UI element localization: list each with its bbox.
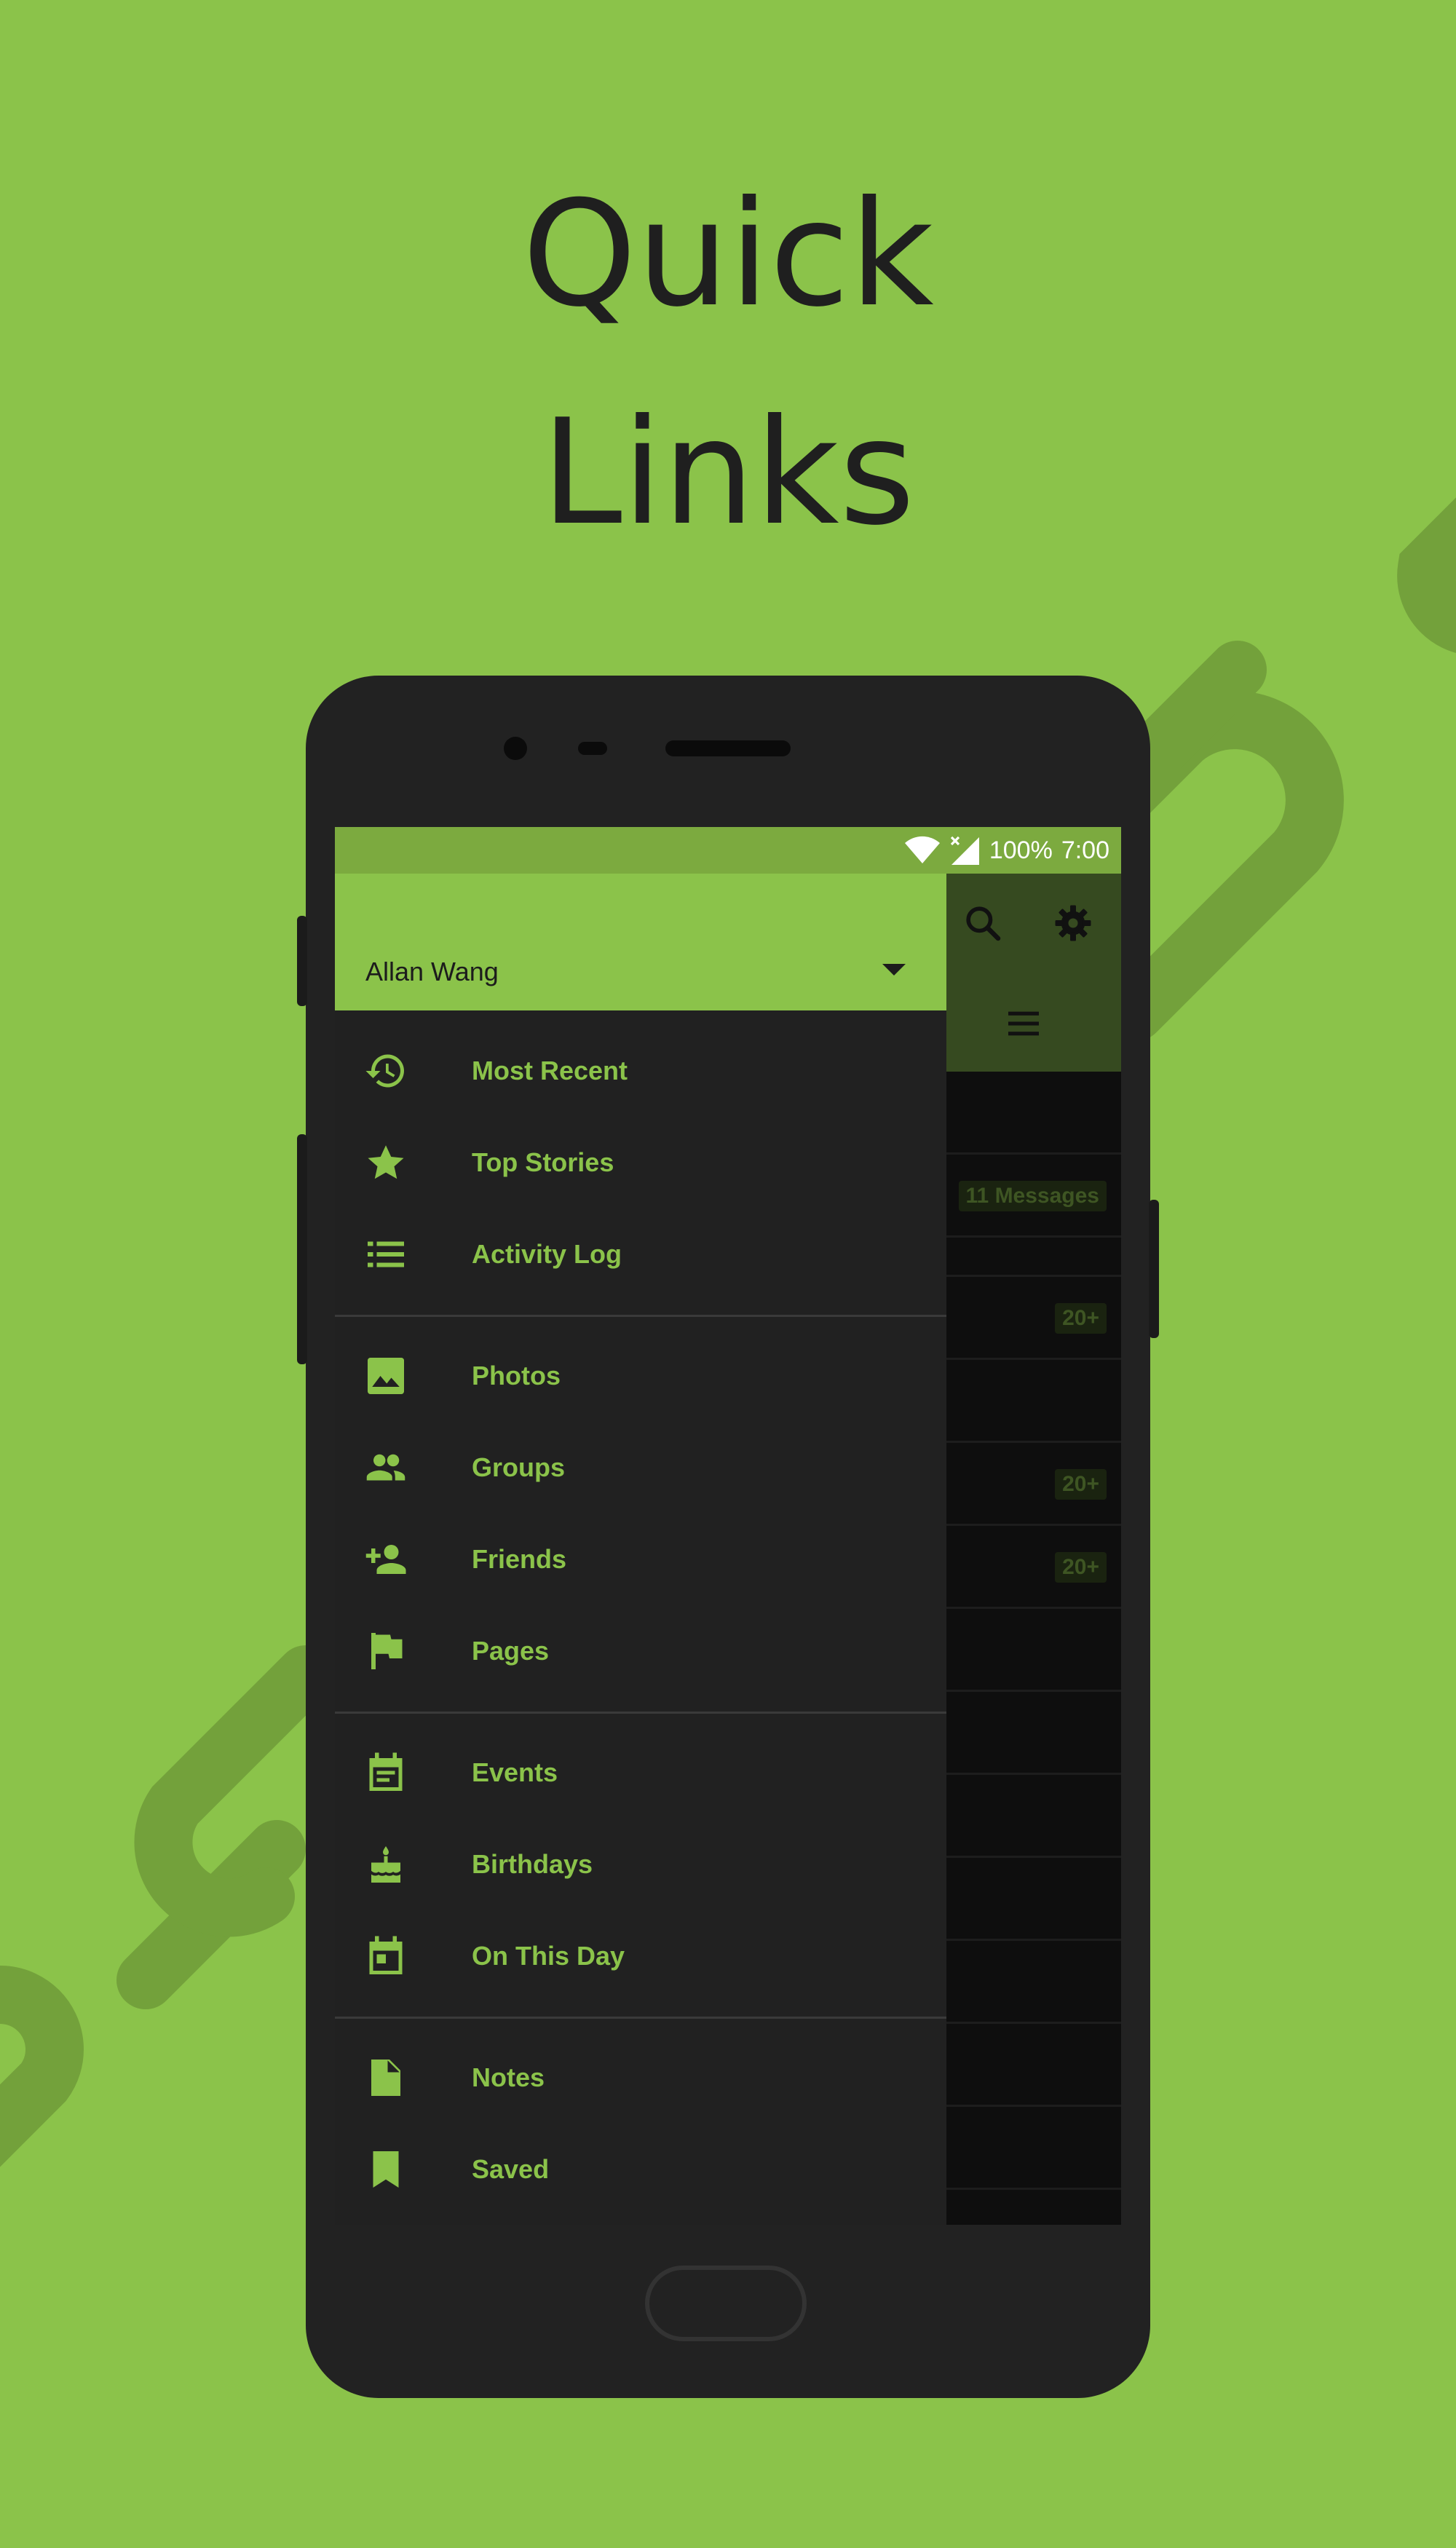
drawer-item-label: Friends [472,1544,567,1574]
messages-badge: 11 Messages [958,1181,1107,1211]
drawer-item-label: Activity Log [472,1239,622,1269]
headline-line-1: Quick [522,170,934,339]
count-badge: 20+ [1055,1303,1107,1334]
earpiece-speaker [665,740,791,756]
history-icon [365,1054,404,1088]
section-divider [335,2017,946,2019]
drawer-menu: Most Recent Top Stories Activity Log Pho… [335,1010,946,2215]
drawer-item-groups[interactable]: Groups [335,1422,946,1514]
add-friend-icon [365,1545,406,1574]
headline: Quick Links [0,146,1456,582]
headline-line-2: Links [541,388,915,558]
account-name: Allan Wang [365,957,499,986]
cake-icon [371,1846,400,1883]
drawer-item-events[interactable]: Events [335,1727,946,1819]
groups-icon [366,1454,405,1481]
menu-icon[interactable] [1003,1003,1044,1044]
drawer-item-label: Groups [472,1452,566,1482]
power-button [1149,1200,1159,1338]
volume-button [297,916,307,1006]
drawer-item-label: Notes [472,2062,545,2092]
drawer-item-label: Saved [472,2154,550,2184]
drawer-item-label: Top Stories [472,1147,614,1177]
status-bar: 100% 7:00 [335,827,1121,874]
drawer-item-label: Photos [472,1361,561,1390]
drawer-item-activity-log[interactable]: Activity Log [335,1208,946,1300]
photo-icon [368,1358,404,1394]
wifi-icon [904,836,940,863]
drawer-header[interactable]: Allan Wang [335,874,946,1010]
phone-screen: 11 Messages 20+ 20+ 20+ Allan Wang Most … [335,827,1121,2225]
event-icon [369,1752,403,1791]
drawer-item-pages[interactable]: Pages [335,1605,946,1697]
note-icon [371,2060,400,2096]
drawer-item-photos[interactable]: Photos [335,1330,946,1422]
drawer-item-saved[interactable]: Saved [335,2124,946,2215]
calendar-day-icon [369,1936,403,1974]
proximity-sensor [578,742,607,755]
home-button[interactable] [645,2266,807,2341]
flag-icon [371,1633,403,1669]
drawer-item-on-this-day[interactable]: On This Day [335,1910,946,2002]
gear-icon[interactable] [1053,903,1093,943]
drawer-item-label: Events [472,1757,558,1787]
drawer-item-top-stories[interactable]: Top Stories [335,1117,946,1208]
drawer-item-notes[interactable]: Notes [335,2032,946,2124]
drawer-item-label: On This Day [472,1941,625,1971]
search-icon[interactable] [962,903,1003,943]
drawer-item-most-recent[interactable]: Most Recent [335,1025,946,1117]
drawer-item-friends[interactable]: Friends [335,1514,946,1605]
count-badge: 20+ [1055,1552,1107,1583]
star-icon [368,1145,404,1179]
section-divider [335,1712,946,1714]
count-badge: 20+ [1055,1469,1107,1500]
clock: 7:00 [1061,836,1109,864]
signal-icon [950,836,979,865]
section-divider [335,1315,946,1317]
list-icon [368,1241,404,1267]
side-button-left [297,1134,307,1364]
bookmark-icon [373,2151,399,2188]
battery-level: 100% [989,836,1053,864]
drawer-item-label: Birthdays [472,1849,593,1879]
drawer-item-birthdays[interactable]: Birthdays [335,1819,946,1910]
drawer-item-label: Most Recent [472,1056,628,1085]
caret-down-icon[interactable] [881,961,907,978]
navigation-drawer: Allan Wang Most Recent Top Stories Activ… [335,874,946,2225]
front-camera [504,737,527,760]
drawer-item-label: Pages [472,1636,550,1666]
